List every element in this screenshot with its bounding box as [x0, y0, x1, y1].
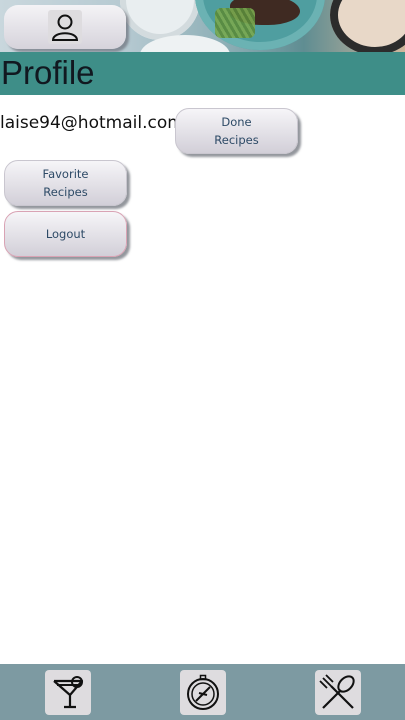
profile-icon	[48, 10, 82, 44]
plate-image	[330, 0, 405, 52]
profile-button[interactable]	[4, 5, 126, 49]
favorite-recipes-button[interactable]: Favorite Recipes	[4, 160, 127, 206]
food-image	[215, 8, 255, 38]
header-title-bar: Profile	[0, 52, 405, 95]
foods-nav-button[interactable]	[315, 670, 361, 715]
plate-image	[120, 0, 200, 40]
user-email: laise94@hotmail.com	[0, 113, 184, 133]
cocktail-icon	[53, 675, 84, 708]
page-title: Profile	[1, 54, 95, 91]
bottom-nav	[0, 664, 405, 720]
compass-icon	[187, 674, 219, 710]
done-recipes-button[interactable]: Done Recipes	[175, 108, 298, 154]
logout-button[interactable]: Logout	[4, 211, 127, 257]
drinks-nav-button[interactable]	[45, 670, 91, 715]
fork-spoon-icon	[319, 673, 355, 709]
explore-nav-button[interactable]	[180, 670, 226, 715]
